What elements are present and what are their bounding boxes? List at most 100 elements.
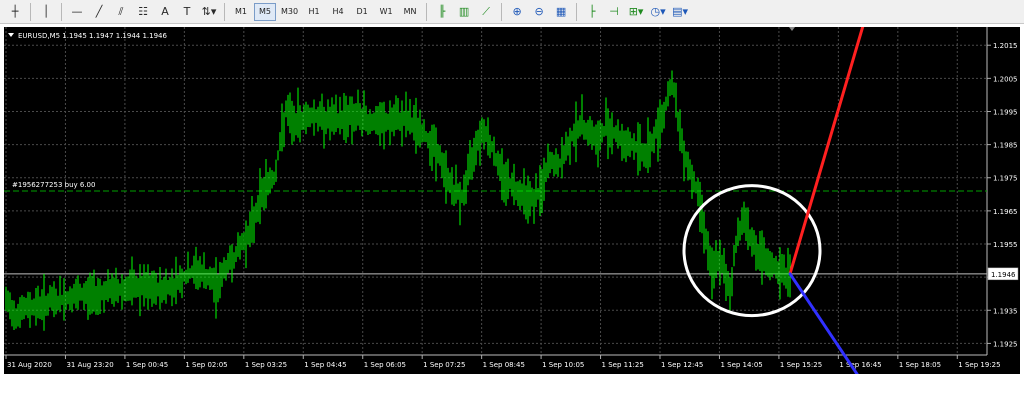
zoom-in-button[interactable]: ⊕ (507, 3, 527, 21)
candle-body (473, 146, 475, 150)
zoom-out-button[interactable]: ⊖ (529, 3, 549, 21)
candle-body (295, 119, 297, 124)
chart-shift-icon: ├ (588, 5, 596, 18)
timeframe-d1-button[interactable]: D1 (351, 3, 373, 21)
candle-body (111, 290, 113, 293)
candle-body (17, 312, 19, 316)
candle-body (719, 262, 721, 270)
candle-body (259, 198, 261, 205)
candle-body (13, 311, 15, 313)
candle-body (457, 194, 459, 200)
candle-body (765, 255, 767, 264)
candle-body (701, 210, 703, 212)
candle-body (127, 288, 129, 293)
y-tick-label: 1.1995 (993, 108, 1018, 116)
candle-body (581, 116, 583, 125)
candle-body (175, 273, 177, 283)
vertical-line-button[interactable]: │ (36, 3, 56, 21)
candle-body (785, 273, 787, 278)
candle-body (215, 286, 217, 293)
bar-chart-icon: ╟ (438, 5, 446, 18)
candle-body (393, 121, 395, 127)
channel-button[interactable]: ⫽ (111, 3, 131, 21)
periods-icon: ◷▾ (650, 5, 666, 18)
candle-body (717, 257, 719, 259)
candle-body (597, 140, 599, 145)
candle-body (85, 288, 87, 296)
autoscroll-button[interactable]: ⊣ (604, 3, 624, 21)
candle-body (563, 153, 565, 156)
timeframe-h1-button[interactable]: H1 (303, 3, 325, 21)
candle-body (221, 275, 223, 277)
candle-body (465, 172, 467, 183)
candle-body (699, 203, 701, 207)
candlestick-button[interactable]: ▥ (454, 3, 474, 21)
arrows-icon: ⇅▾ (201, 5, 217, 18)
bar-chart-button[interactable]: ╟ (432, 3, 452, 21)
fibonacci-button[interactable]: ☷ (133, 3, 153, 21)
candle-body (59, 293, 61, 301)
candle-body (199, 264, 201, 272)
arrows-button[interactable]: ⇅▾ (199, 3, 219, 21)
candle-body (109, 288, 111, 292)
candle-body (441, 163, 443, 166)
candle-body (315, 116, 317, 121)
candle-body (625, 135, 627, 143)
candle-body (371, 121, 373, 125)
y-tick-label: 1.1955 (993, 241, 1018, 249)
candle-body (735, 244, 737, 248)
candle-body (87, 291, 89, 295)
candle-body (635, 147, 637, 149)
candle-body (555, 166, 557, 170)
trendline-button[interactable]: ╱ (89, 3, 109, 21)
x-tick-label: 1 Sep 08:45 (483, 361, 525, 369)
current-price-label: 1.1946 (991, 271, 1016, 279)
candle-body (205, 277, 207, 282)
timeframe-m30-button[interactable]: M30 (278, 3, 301, 21)
candle-body (297, 121, 299, 133)
crosshair-button[interactable]: ┼ (5, 3, 25, 21)
periods-button[interactable]: ◷▾ (648, 3, 668, 21)
candle-body (383, 123, 385, 127)
text-label-button[interactable]: T (177, 3, 197, 21)
candle-body (101, 287, 103, 293)
templates-button[interactable]: ▤▾ (670, 3, 690, 21)
x-tick-label: 1 Sep 02:05 (185, 361, 227, 369)
candle-body (639, 149, 641, 153)
indicators-button[interactable]: ⊞▾ (626, 3, 646, 21)
candle-body (545, 174, 547, 179)
line-chart-button[interactable]: ⟋ (476, 3, 496, 21)
candle-body (713, 270, 715, 272)
candle-body (439, 159, 441, 166)
candle-body (239, 247, 241, 252)
candle-body (337, 119, 339, 122)
candle-body (547, 167, 549, 172)
timeframe-mn-button[interactable]: MN (399, 3, 421, 21)
timeframe-h4-button[interactable]: H4 (327, 3, 349, 21)
candle-body (151, 283, 153, 291)
candle-body (201, 273, 203, 277)
text-button[interactable]: A (155, 3, 175, 21)
candle-body (387, 122, 389, 125)
candle-body (357, 109, 359, 117)
horizontal-line-button[interactable]: — (67, 3, 87, 21)
candle-body (227, 264, 229, 267)
candle-body (231, 259, 233, 267)
candle-body (95, 292, 97, 294)
candle-body (15, 308, 17, 314)
chart-shift-button[interactable]: ├ (582, 3, 602, 21)
timeframe-m5-button[interactable]: M5 (254, 2, 276, 21)
candle-body (515, 183, 517, 188)
order-label: #1956277253 buy 6.00 (12, 181, 95, 189)
timeframe-m1-button[interactable]: M1 (230, 3, 252, 21)
candle-body (203, 270, 205, 276)
candle-body (113, 290, 115, 293)
price-chart[interactable]: 31 Aug 2020 31 Aug 23:20 1 Sep 00:45 1 Sep … (4, 3, 1020, 398)
candle-body (149, 289, 151, 297)
candle-body (411, 118, 413, 124)
chart-window[interactable]: 31 Aug 2020 31 Aug 23:20 1 Sep 00:45 1 Sep … (4, 3, 1020, 398)
timeframe-w1-button[interactable]: W1 (375, 3, 397, 21)
candle-body (69, 297, 71, 309)
tile-windows-button[interactable]: ▦ (551, 3, 571, 21)
candle-body (327, 119, 329, 125)
